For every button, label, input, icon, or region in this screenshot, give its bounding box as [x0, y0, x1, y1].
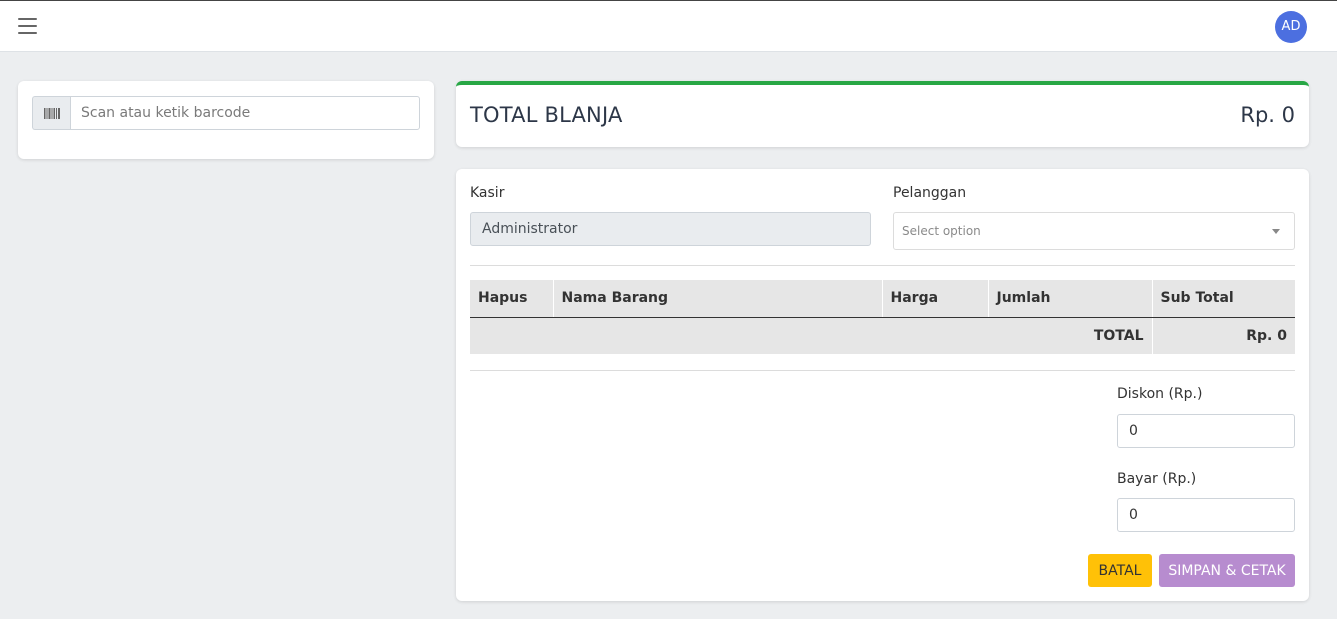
top-navbar: AD: [0, 0, 1337, 52]
barcode-icon: [32, 96, 70, 130]
column-header-nama-barang: Nama Barang: [553, 280, 883, 318]
pelanggan-label: Pelanggan: [893, 185, 967, 201]
hamburger-menu-icon[interactable]: [18, 18, 37, 35]
column-header-harga: Harga: [882, 280, 989, 318]
bayar-label: Bayar (Rp.): [1117, 471, 1197, 487]
bayar-input[interactable]: [1117, 498, 1295, 532]
column-header-jumlah: Jumlah: [988, 280, 1153, 318]
user-avatar[interactable]: AD: [1275, 11, 1307, 43]
kasir-label: Kasir: [470, 185, 505, 201]
total-blanja-amount: Rp. 0: [1240, 103, 1295, 127]
cart-total-value: Rp. 0: [1152, 317, 1295, 354]
pelanggan-select-placeholder: Select option: [902, 224, 981, 238]
kasir-field: Administrator: [470, 212, 871, 246]
cart-total-row: TOTAL Rp. 0: [470, 317, 1295, 354]
barcode-search-input[interactable]: [70, 96, 420, 130]
column-header-hapus: Hapus: [470, 280, 554, 318]
chevron-down-icon: [1272, 229, 1280, 234]
barcode-input-group: [32, 96, 420, 130]
barcode-scan-card: [18, 81, 434, 159]
cart-total-label: TOTAL: [470, 317, 1153, 354]
column-header-sub-total: Sub Total: [1152, 280, 1295, 318]
batal-button[interactable]: BATAL: [1088, 554, 1152, 587]
cart-table-header: Hapus Nama Barang Harga Jumlah Sub Total: [470, 280, 1295, 318]
diskon-input[interactable]: [1117, 414, 1295, 448]
total-blanja-title: TOTAL BLANJA: [470, 103, 623, 127]
diskon-label: Diskon (Rp.): [1117, 386, 1203, 402]
transaction-card: Kasir Administrator Pelanggan Select opt…: [456, 169, 1309, 601]
divider: [470, 265, 1295, 266]
cart-table: Hapus Nama Barang Harga Jumlah Sub Total…: [470, 280, 1295, 354]
divider: [470, 370, 1295, 371]
pelanggan-select[interactable]: Select option: [893, 212, 1295, 250]
simpan-cetak-button[interactable]: SIMPAN & CETAK: [1159, 554, 1295, 587]
total-blanja-card: TOTAL BLANJA Rp. 0: [456, 81, 1309, 147]
